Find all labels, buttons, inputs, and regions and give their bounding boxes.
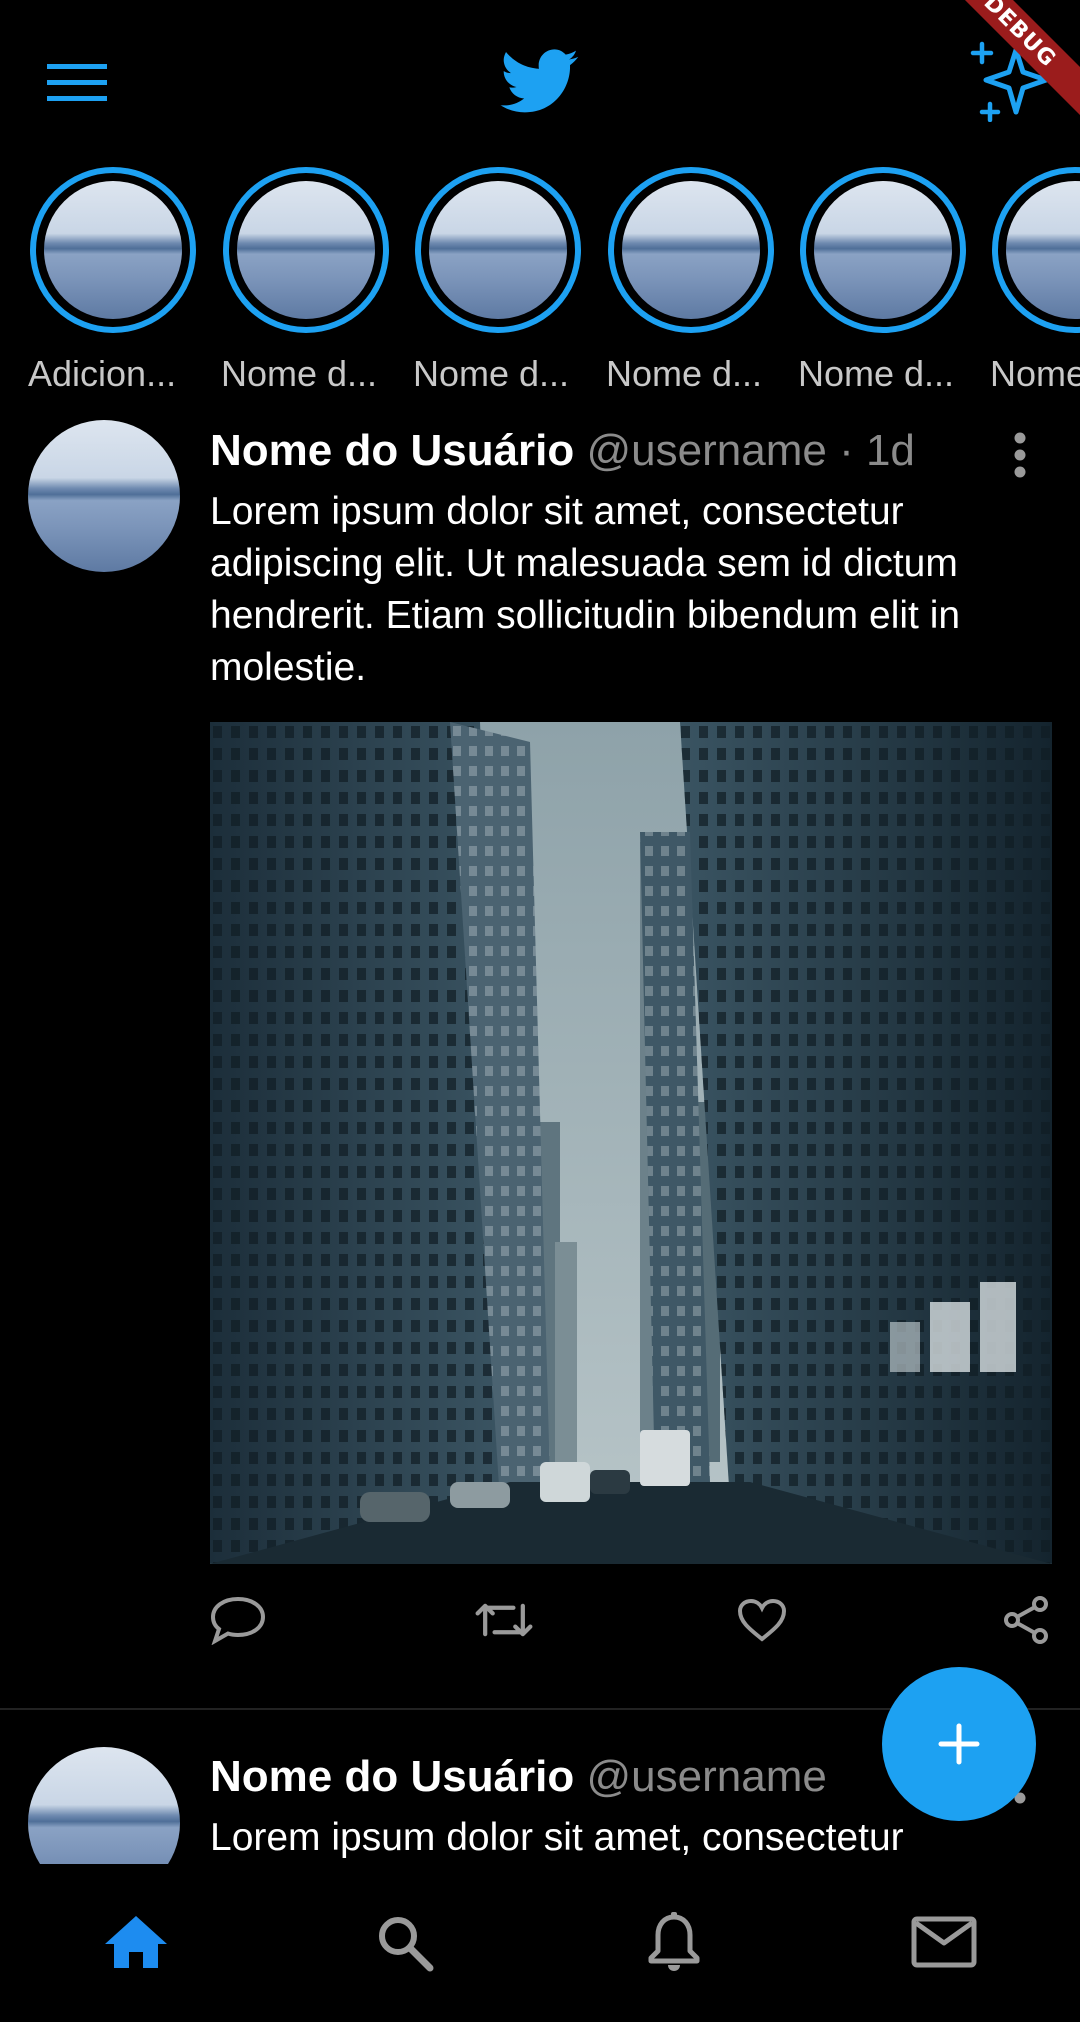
- bell-icon: [648, 1912, 700, 1971]
- nav-notifications[interactable]: [634, 1902, 714, 1982]
- search-icon: [379, 1917, 434, 1972]
- mail-icon: [911, 1916, 977, 1968]
- avatar: [237, 181, 375, 319]
- bottom-navigation: [0, 1868, 1080, 2022]
- story-label: Nome d...: [413, 353, 570, 394]
- tweet-avatar[interactable]: [28, 1747, 180, 1864]
- story-label: Nome: [990, 353, 1080, 394]
- avatar: [622, 181, 760, 319]
- tweet-handle: @username: [586, 1752, 827, 1801]
- stories-row: Adicion... Nome d... Nome d... Nome d...…: [0, 165, 1080, 405]
- compose-fab-button[interactable]: [882, 1667, 1036, 1821]
- tweet-time: · 1d: [839, 426, 915, 475]
- reply-icon[interactable]: [206, 1588, 270, 1652]
- plus-icon: [938, 1723, 980, 1765]
- nav-search[interactable]: [364, 1902, 444, 1982]
- tweet-avatar[interactable]: [28, 420, 180, 572]
- nav-messages[interactable]: [904, 1902, 984, 1982]
- retweet-icon[interactable]: [472, 1588, 536, 1652]
- twitter-bird-icon: [495, 42, 585, 122]
- tweet-author-name[interactable]: Nome do Usuário: [210, 426, 574, 475]
- tweet-header: Nome do Usuário @username · 1d: [210, 426, 915, 476]
- avatar: [429, 181, 567, 319]
- nav-home[interactable]: [96, 1902, 176, 1982]
- app-bar: DEBUG: [0, 0, 1080, 165]
- tweet-handle: @username: [586, 426, 827, 475]
- avatar: [1006, 181, 1080, 319]
- story-label: Adicion...: [28, 353, 177, 394]
- tweet-text: Lorem ipsum dolor sit amet, consectetur …: [210, 490, 961, 689]
- home-icon: [105, 1916, 167, 1968]
- more-vert-icon[interactable]: [1000, 428, 1040, 482]
- story-label: Nome d...: [798, 353, 955, 394]
- story-label: Nome d...: [221, 353, 378, 394]
- story-label: Nome d...: [606, 353, 763, 394]
- hamburger-menu-icon[interactable]: [36, 45, 118, 121]
- avatar: [44, 181, 182, 319]
- like-icon[interactable]: [730, 1588, 794, 1652]
- share-icon[interactable]: [994, 1588, 1058, 1652]
- tweet-author-name[interactable]: Nome do Usuário: [210, 1752, 574, 1801]
- tweet-header: Nome do Usuário @username: [210, 1752, 827, 1802]
- avatar: [814, 181, 952, 319]
- tweet-image[interactable]: [210, 722, 1052, 1564]
- tweet-actions: [0, 1588, 1080, 1652]
- tweet-text: Lorem ipsum dolor sit amet, consectetur: [210, 1816, 904, 1859]
